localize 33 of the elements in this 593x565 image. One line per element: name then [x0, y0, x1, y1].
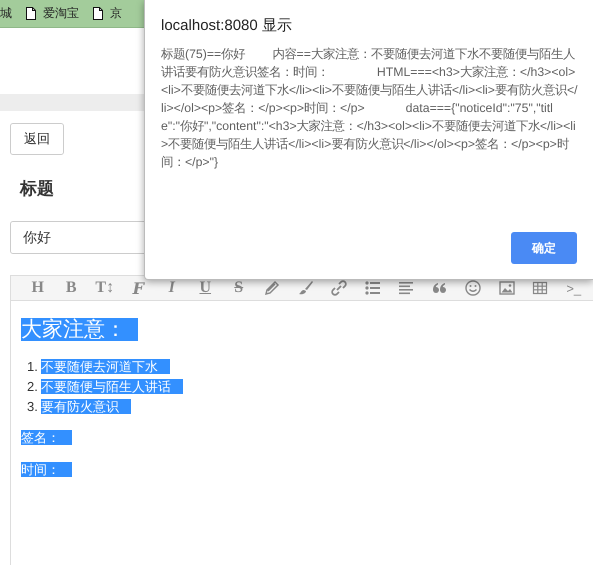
- content-paragraph: 时间：: [21, 462, 72, 477]
- list-marker: 1.: [27, 358, 39, 376]
- bookmark-link[interactable]: 京: [110, 5, 122, 22]
- ok-button[interactable]: 确定: [511, 232, 577, 264]
- brush-icon: [296, 279, 315, 297]
- smiley-icon: [464, 279, 482, 297]
- format-button[interactable]: U: [188, 276, 222, 300]
- dialog-message: 标题(75)==你好 内容==大家注意：不要随便去河道下水不要随便与陌生人讲话要有防火意识签名：时间： HTML===<h3>大家注意：</h3><ol><li>不要随便去河道下水</li><li>不要随便与陌生人讲话</li><li>要有防火意识</li></ol><p>签名：</p><p>时间：</p> data==={"noticeId":"75","title":"你好","content":"<h3>大家注意：</h3><ol><li>不要随便去河道下水</li><li>不要随便与陌生人讲话</li><li>要有防火意识</li></ol><p>签名：</p><p>时间：</p>"}: [161, 46, 579, 171]
- list-marker: 2.: [27, 378, 39, 396]
- bookmark-link[interactable]: 爱淘宝: [43, 5, 79, 22]
- dialog-title: localhost:8080 显示: [161, 16, 293, 35]
- content-paragraph: 签名：: [21, 430, 72, 445]
- table-icon: [531, 279, 550, 297]
- bookmark-link[interactable]: 城: [0, 5, 12, 22]
- link-icon: [330, 279, 348, 297]
- format-button[interactable]: H: [21, 276, 54, 300]
- format-button[interactable]: T↕: [88, 276, 122, 300]
- align-left-icon: [397, 279, 416, 297]
- format-button[interactable]: I: [155, 276, 188, 300]
- list-item: 要有防火意识: [41, 399, 131, 414]
- format-button[interactable]: F: [122, 276, 155, 300]
- pencil-icon: [263, 279, 282, 297]
- list-item: 不要随便与陌生人讲话: [41, 379, 183, 394]
- list-icon: [364, 279, 382, 297]
- format-button[interactable]: S: [222, 276, 256, 300]
- image-icon: [498, 279, 516, 297]
- list-marker: 3.: [27, 398, 39, 416]
- content-heading: 大家注意：: [21, 318, 138, 341]
- code-button[interactable]: >_: [557, 276, 590, 300]
- back-button[interactable]: 返回: [10, 123, 64, 155]
- list-item: 不要随便去河道下水: [41, 359, 170, 374]
- format-button[interactable]: B: [54, 276, 88, 300]
- title-label: 标题: [20, 178, 55, 197]
